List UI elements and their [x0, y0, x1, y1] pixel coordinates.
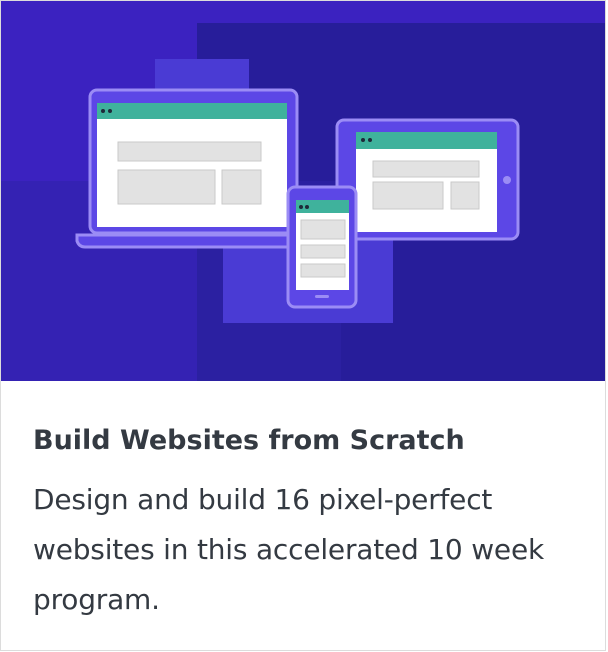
phone-icon [286, 185, 358, 309]
tablet-icon [335, 118, 520, 241]
course-description: Design and build 16 pixel-perfect websit… [33, 483, 545, 616]
course-title[interactable]: Build Websites from Scratch [33, 421, 593, 461]
card-body: Build Websites from Scratch Design and b… [33, 421, 593, 625]
laptop-icon [75, 88, 308, 249]
course-card[interactable]: Build Websites from Scratch Design and b… [0, 0, 606, 651]
course-hero-image [1, 1, 605, 381]
